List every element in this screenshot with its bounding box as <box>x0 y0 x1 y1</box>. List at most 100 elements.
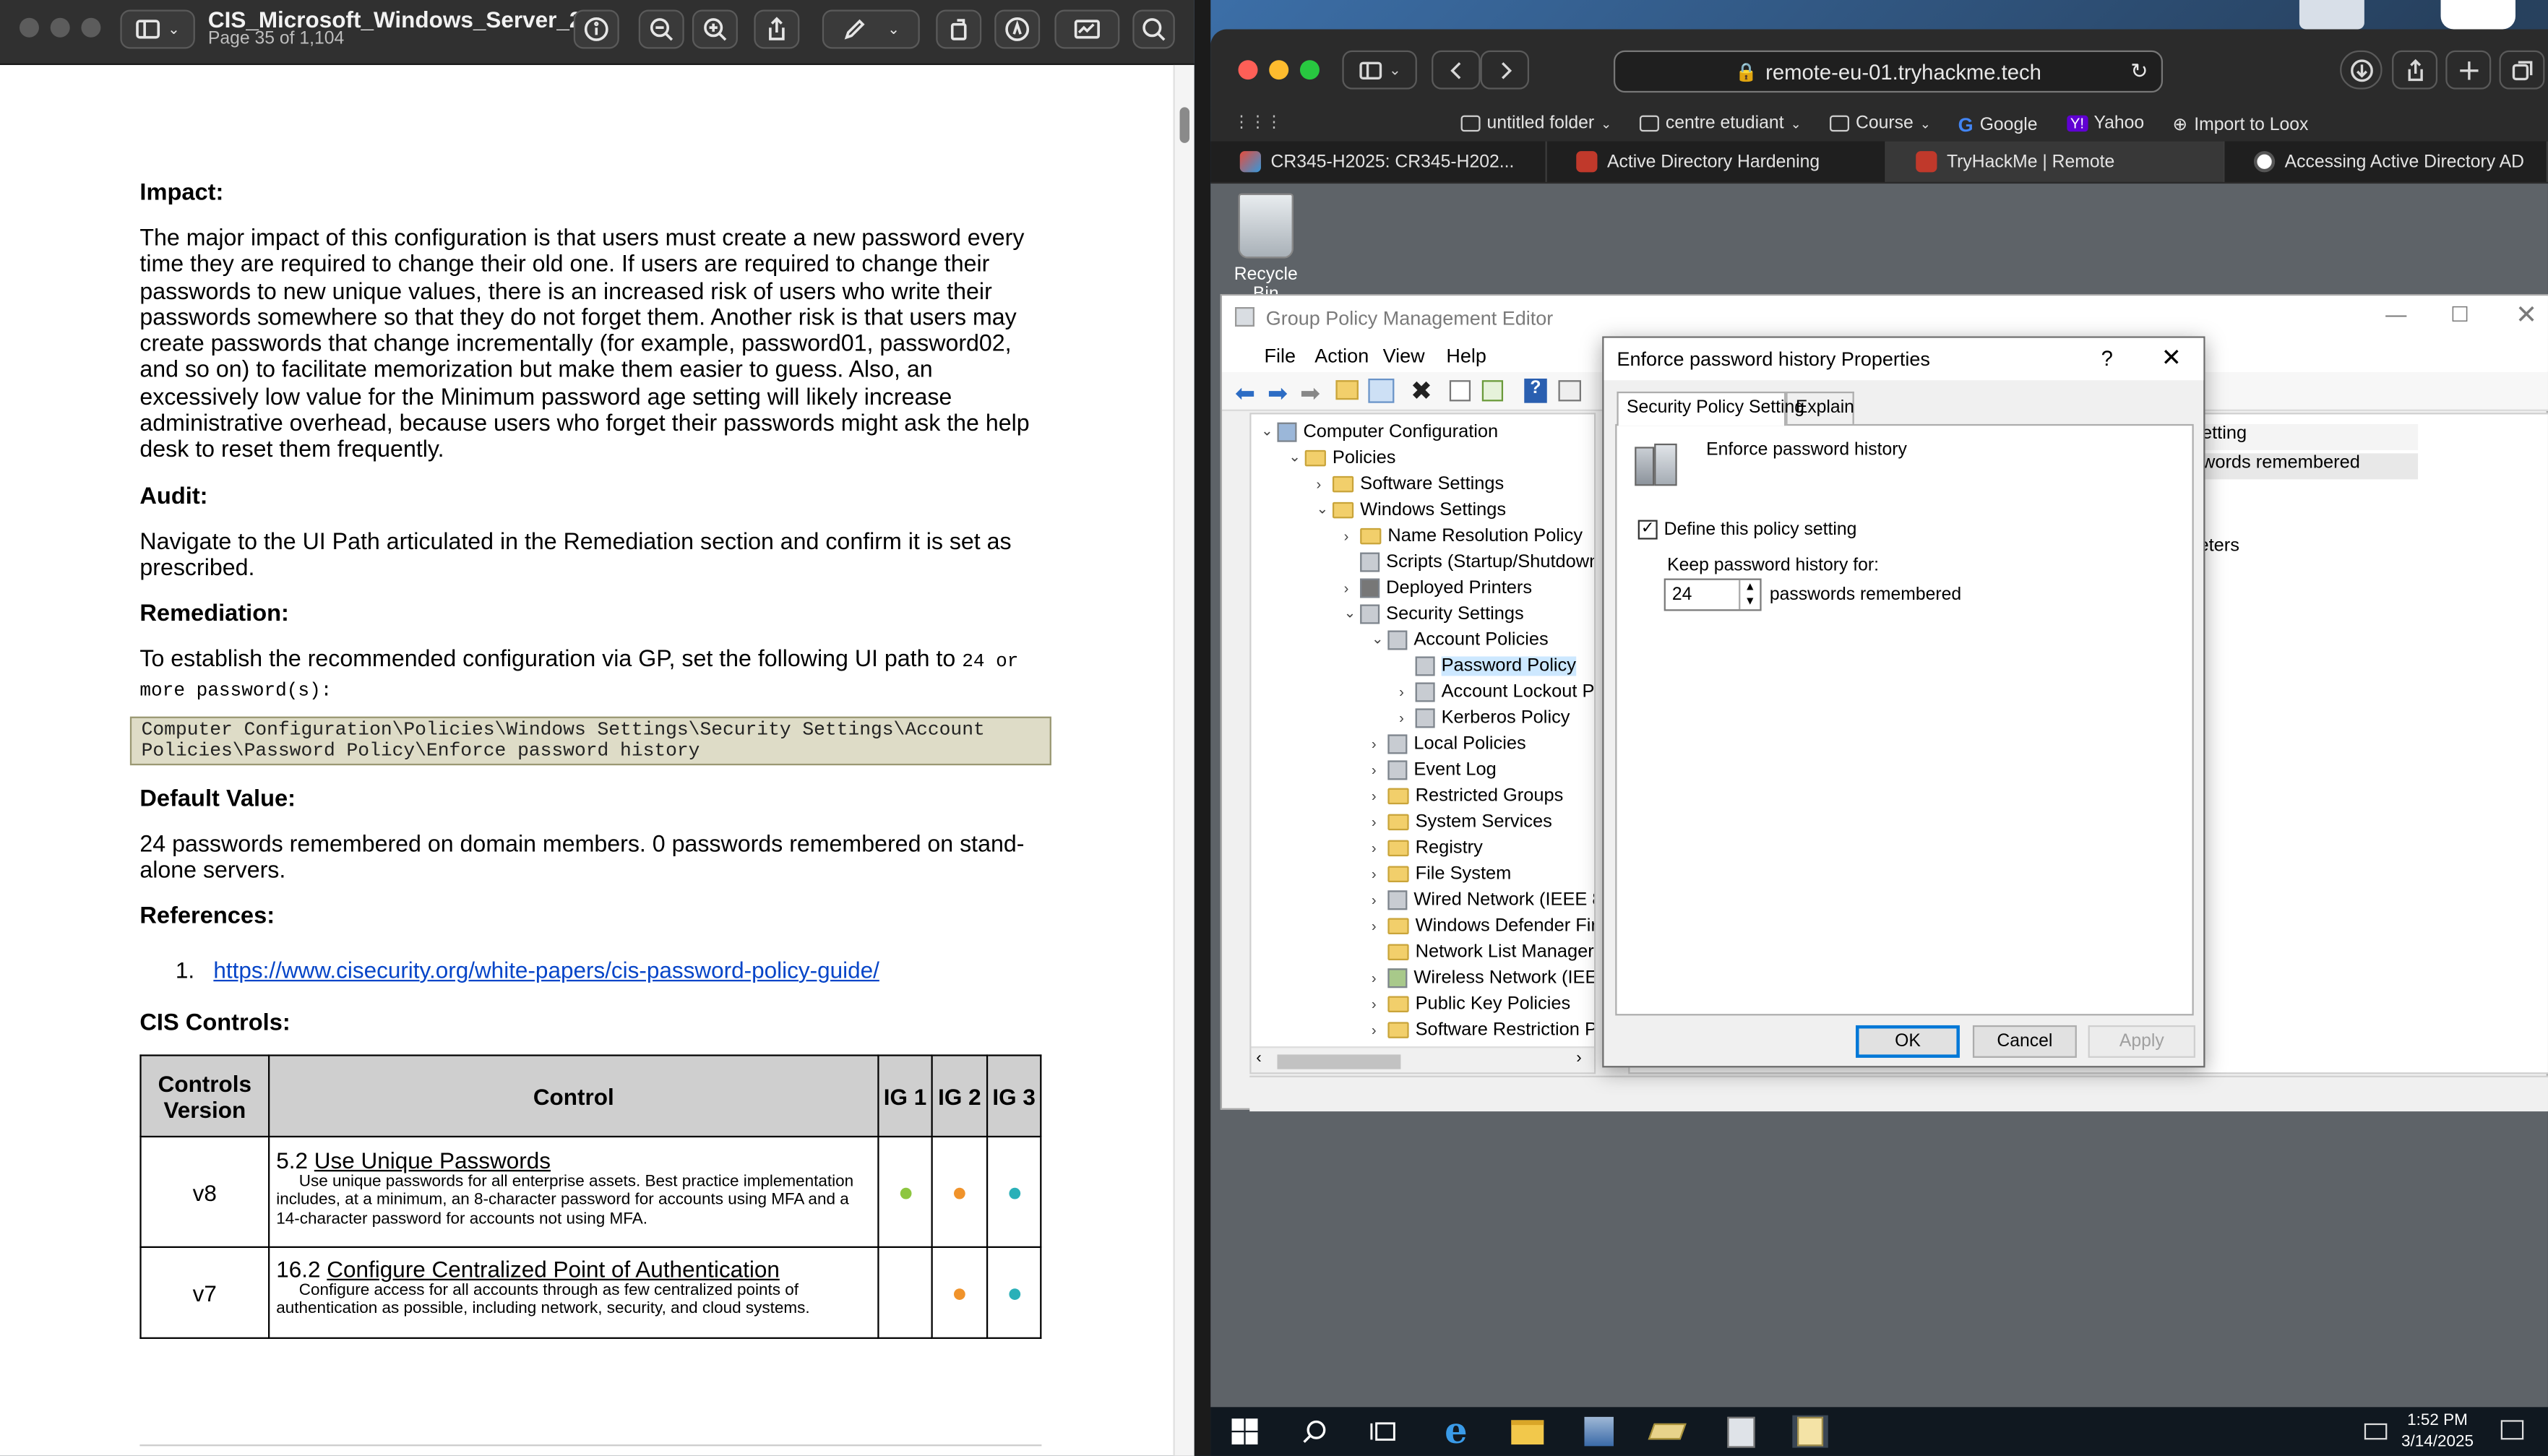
browser-tab[interactable]: Accessing Active Directory AD <box>2224 141 2548 182</box>
menu-help[interactable]: Help <box>1446 345 1486 367</box>
menu-view[interactable]: View <box>1383 345 1425 367</box>
close-icon[interactable]: ✕ <box>2161 343 2182 372</box>
favorite-item[interactable]: untitled folder ⌄ <box>1460 113 1611 133</box>
address-bar[interactable]: 🔒 remote-eu-01.tryhackme.tech ↻ <box>1613 50 2164 93</box>
favorite-item[interactable]: ⊕ Import to Loox <box>2173 113 2309 135</box>
scroll-thumb[interactable] <box>1277 1054 1401 1069</box>
grid-icon[interactable]: ⋮⋮⋮ <box>1234 113 1282 132</box>
notification-icon[interactable] <box>2500 1420 2524 1440</box>
favorite-item[interactable]: G Google <box>1958 113 2038 136</box>
sidebar-toggle-button[interactable]: ⌄ <box>1342 50 1417 90</box>
forward-button[interactable] <box>1480 50 1530 90</box>
forward-arrow-icon[interactable]: ➡ <box>1267 379 1288 408</box>
internet-explorer-icon[interactable]: e <box>1438 1410 1473 1452</box>
console-icon[interactable] <box>1558 380 1581 402</box>
close-window-button[interactable] <box>19 17 39 38</box>
reload-icon[interactable]: ↻ <box>2130 59 2148 85</box>
minimize-window-button[interactable] <box>50 17 70 38</box>
tree-item[interactable]: › Local Policies <box>1372 731 1526 756</box>
policy-setting-value[interactable]: words remembered <box>2198 453 2419 480</box>
tree-item[interactable]: Network List Manager <box>1372 939 1594 964</box>
tree-item[interactable]: › Event Log <box>1372 757 1497 782</box>
browser-tab[interactable]: CR345-H2025: CR345-H202... <box>1210 141 1547 182</box>
zoom-window-button[interactable] <box>1299 60 1320 80</box>
tree-item[interactable]: › Deployed Printers <box>1344 575 1532 600</box>
tree-item[interactable]: › Public Key Policies <box>1372 991 1570 1016</box>
browser-tab[interactable]: Active Directory Hardening <box>1547 141 1887 182</box>
tree-item[interactable]: › Windows Defender Fire <box>1372 913 1594 938</box>
close-icon[interactable]: ✕ <box>2515 299 2537 332</box>
tab-security-policy-setting[interactable]: Security Policy Setting <box>1617 391 1804 426</box>
tree-item[interactable]: › Kerberos Policy <box>1399 705 1570 730</box>
recycle-bin[interactable]: Recycle Bin <box>1221 190 1312 304</box>
tool-icon[interactable] <box>1648 1416 1687 1448</box>
new-tab-button[interactable] <box>2445 50 2492 90</box>
tree-item[interactable]: ⌄ Computer Configuration <box>1261 419 1498 444</box>
tree-item[interactable]: ⌄ Policies <box>1288 445 1395 470</box>
tree-item[interactable]: ⌄ Windows Settings <box>1316 497 1506 522</box>
tree-item[interactable]: › Wireless Network (IEEE <box>1372 965 1594 990</box>
define-policy-checkbox[interactable]: ✓ <box>1637 520 1658 540</box>
zoom-window-button[interactable] <box>81 17 101 38</box>
start-button[interactable] <box>1227 1416 1262 1448</box>
close-window-button[interactable] <box>1238 60 1258 80</box>
tree-item[interactable]: ⌄ Security Settings <box>1344 601 1524 626</box>
tree-item[interactable]: ⌄ Account Policies <box>1372 627 1549 652</box>
properties-icon[interactable] <box>1449 380 1471 402</box>
favorite-item[interactable]: Y! Yahoo <box>2067 113 2144 133</box>
annotate-button[interactable] <box>994 9 1041 49</box>
tree-item[interactable]: › Software Settings <box>1316 471 1504 496</box>
preview-scrollbar[interactable] <box>1173 64 1195 1456</box>
gpmc-icon[interactable] <box>1723 1416 1758 1448</box>
network-icon[interactable] <box>2364 1423 2388 1440</box>
ok-button[interactable]: OK <box>1856 1025 1960 1058</box>
back-arrow-icon[interactable]: ⬅ <box>1235 379 1255 408</box>
history-count-value[interactable]: 24 <box>1672 585 1692 605</box>
tree-item[interactable]: › Restricted Groups <box>1372 783 1563 808</box>
tree-item[interactable]: › Wired Network (IEEE 8( <box>1372 887 1594 912</box>
favorite-item[interactable]: Course ⌄ <box>1830 113 1931 133</box>
up-folder-icon[interactable] <box>1335 380 1359 400</box>
taskbar-clock[interactable]: 1:52 PM 3/14/2025 <box>2389 1410 2487 1452</box>
control-title-link[interactable]: Configure Centralized Point of Authentic… <box>327 1256 780 1282</box>
downloads-button[interactable] <box>2340 50 2383 90</box>
tree-item-selected[interactable]: Password Policy <box>1399 653 1576 678</box>
gpme-taskbar-icon[interactable] <box>1792 1415 1828 1448</box>
menu-action[interactable]: Action <box>1314 345 1369 367</box>
show-hide-tree-icon[interactable] <box>1368 378 1395 403</box>
help-icon[interactable]: ? <box>1524 378 1547 403</box>
browser-tab-active[interactable]: TryHackMe | Remote <box>1886 141 2225 182</box>
tree-horizontal-scrollbar[interactable]: ‹ › <box>1251 1046 1594 1073</box>
history-count-stepper[interactable]: 24 ▲ ▼ <box>1663 578 1762 611</box>
reference-link[interactable]: https://www.cisecurity.org/white-papers/… <box>213 957 879 983</box>
forward-arrow-icon[interactable]: ➡ <box>1300 379 1320 408</box>
share-button[interactable] <box>2392 50 2438 90</box>
define-policy-checkbox-row[interactable]: ✓ Define this policy setting <box>1637 520 1856 540</box>
chevron-left-icon[interactable]: ‹ <box>1256 1050 1262 1068</box>
tree-item[interactable]: › Account Lockout P <box>1399 679 1594 704</box>
export-icon[interactable] <box>1481 380 1504 402</box>
cancel-button[interactable]: Cancel <box>1972 1025 2077 1058</box>
search-button[interactable] <box>1296 1416 1332 1448</box>
markup-button[interactable]: ⌄ <box>822 9 920 49</box>
search-button[interactable] <box>1132 9 1175 49</box>
tree-item[interactable]: › Software Restriction Pc <box>1372 1017 1594 1042</box>
menu-file[interactable]: File <box>1264 345 1295 367</box>
share-button[interactable] <box>754 9 800 49</box>
tree-item[interactable]: › File System <box>1372 861 1511 886</box>
maximize-icon[interactable]: ☐ <box>2450 302 2469 328</box>
chevron-right-icon[interactable]: › <box>1576 1050 1582 1068</box>
sidebar-toggle-button[interactable]: ⌄ <box>120 9 195 49</box>
tree-item[interactable]: Scripts (Startup/Shutdown <box>1344 549 1594 574</box>
help-icon[interactable]: ? <box>2101 346 2113 371</box>
delete-icon[interactable]: ✖ <box>1411 375 1432 408</box>
rotate-button[interactable] <box>936 9 982 49</box>
scroll-thumb[interactable] <box>1179 107 1190 143</box>
spin-up-icon[interactable]: ▲ <box>1739 580 1760 595</box>
column-header[interactable]: etting <box>2198 423 2419 450</box>
zoom-out-button[interactable] <box>638 9 684 49</box>
control-title-link[interactable]: Use Unique Passwords <box>314 1147 551 1173</box>
tree-item[interactable]: › Name Resolution Policy <box>1344 523 1583 548</box>
back-button[interactable] <box>1432 50 1481 90</box>
file-explorer-icon[interactable] <box>1510 1416 1545 1448</box>
